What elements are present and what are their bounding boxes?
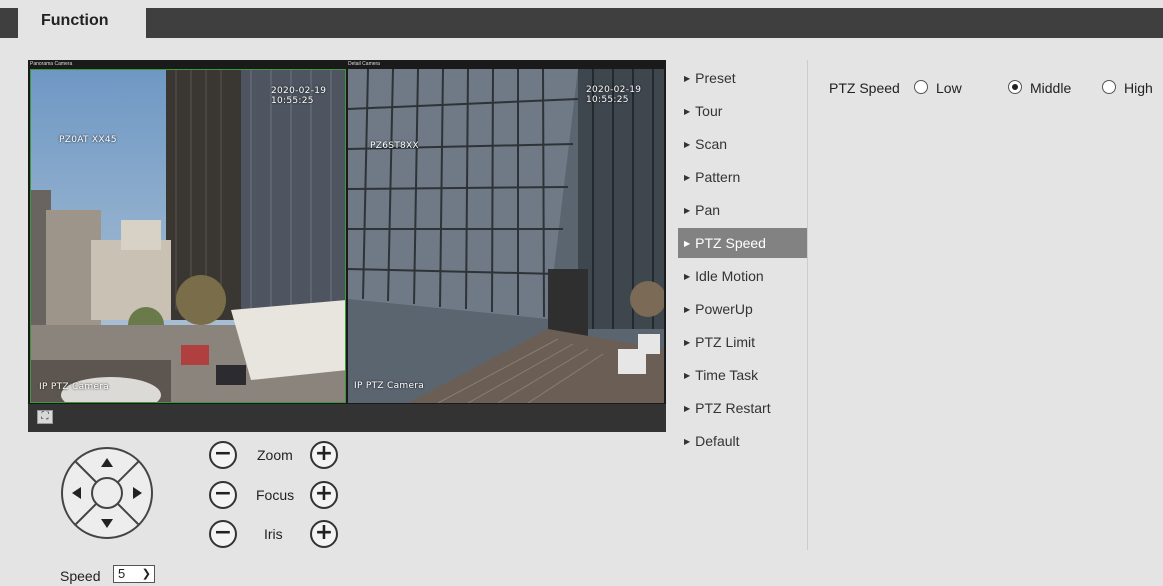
menu-item-preset[interactable]: ▶ Preset: [678, 63, 807, 93]
left-osd-timestamp: 2020-02-19 10:55:25: [271, 86, 327, 106]
iris-close-button[interactable]: −: [209, 520, 237, 548]
zoom-out-button[interactable]: −: [209, 441, 237, 469]
focus-in-button[interactable]: +: [310, 481, 338, 509]
focus-out-button[interactable]: −: [209, 481, 237, 509]
radio-low[interactable]: [914, 80, 928, 94]
left-camera-label: Panorama Camera: [30, 61, 73, 67]
right-camera-label: Detail Camera: [348, 61, 380, 67]
menu-divider: [807, 60, 808, 550]
right-osd-footer: IP PTZ Camera: [354, 381, 425, 391]
caret-right-icon: ▶: [684, 239, 691, 248]
menu-item-powerup[interactable]: ▶ PowerUp: [678, 294, 807, 324]
iris-label: Iris: [264, 526, 283, 542]
menu-item-label: Idle Motion: [695, 268, 764, 284]
video-toolbar: ⛶: [28, 404, 666, 432]
caret-right-icon: ▶: [684, 74, 691, 83]
menu-item-ptz-speed[interactable]: ▶ PTZ Speed: [678, 228, 807, 258]
menu-item-scan[interactable]: ▶ Scan: [678, 129, 807, 159]
menu-item-label: PTZ Restart: [695, 400, 771, 416]
zoom-in-button[interactable]: +: [310, 441, 338, 469]
right-osd-timestamp: 2020-02-19 10:55:25: [586, 85, 642, 105]
speed-label: Speed: [60, 568, 101, 584]
caret-right-icon: ▶: [684, 140, 691, 149]
radio-middle[interactable]: [1008, 80, 1022, 94]
radio-low-label[interactable]: Low: [936, 80, 962, 96]
caret-right-icon: ▶: [684, 173, 691, 182]
menu-item-pan[interactable]: ▶ Pan: [678, 195, 807, 225]
panorama-camera-view[interactable]: 2020-02-19 10:55:25 PZ0AT XX45 IP PTZ Ca…: [30, 69, 346, 403]
tab-function[interactable]: Function: [18, 8, 146, 38]
radio-middle-label[interactable]: Middle: [1030, 80, 1071, 96]
fullscreen-icon[interactable]: ⛶: [37, 410, 53, 424]
zoom-label: Zoom: [257, 447, 293, 463]
detail-camera-view[interactable]: 2020-02-19 10:55:25 PZ6ST8XX IP PTZ Came…: [348, 69, 664, 403]
caret-right-icon: ▶: [684, 404, 691, 413]
caret-right-icon: ▶: [684, 338, 691, 347]
menu-item-pattern[interactable]: ▶ Pattern: [678, 162, 807, 192]
menu-item-label: Tour: [695, 103, 723, 119]
panorama-scene-image: [31, 70, 345, 402]
caret-right-icon: ▶: [684, 272, 691, 281]
chevron-down-icon: ❯: [141, 568, 151, 580]
menu-item-label: Default: [695, 433, 740, 449]
caret-right-icon: ▶: [684, 206, 691, 215]
focus-label: Focus: [256, 487, 295, 503]
caret-right-icon: ▶: [684, 305, 691, 314]
left-osd-title: PZ0AT XX45: [59, 135, 117, 145]
left-osd-footer: IP PTZ Camera: [39, 382, 110, 392]
menu-item-idle-motion[interactable]: ▶ Idle Motion: [678, 261, 807, 291]
menu-item-default[interactable]: ▶ Default: [678, 426, 807, 456]
video-area: Panorama Camera Detail Camera 2020-02-19…: [28, 60, 666, 432]
menu-item-label: Scan: [695, 136, 728, 152]
speed-value: 5: [118, 566, 126, 581]
iris-open-button[interactable]: +: [310, 520, 338, 548]
ptz-speed-label: PTZ Speed: [829, 80, 900, 96]
right-osd-title: PZ6ST8XX: [370, 141, 419, 151]
menu-item-label: Time Task: [695, 367, 759, 383]
menu-item-label: PTZ Limit: [695, 334, 756, 350]
menu-item-label: PTZ Speed: [695, 235, 766, 251]
caret-right-icon: ▶: [684, 437, 691, 446]
ptz-joystick[interactable]: [60, 446, 154, 540]
caret-right-icon: ▶: [684, 107, 691, 116]
menu-item-label: PowerUp: [695, 301, 753, 317]
detail-scene-image: [348, 69, 664, 403]
radio-high[interactable]: [1102, 80, 1116, 94]
menu-item-ptz-limit[interactable]: ▶ PTZ Limit: [678, 327, 807, 357]
menu-item-label: Pattern: [695, 169, 741, 185]
menu-item-ptz-restart[interactable]: ▶ PTZ Restart: [678, 393, 807, 423]
top-bar: Function: [0, 8, 1163, 38]
speed-select[interactable]: 5 ❯: [113, 565, 155, 583]
caret-right-icon: ▶: [684, 371, 691, 380]
radio-high-label[interactable]: High: [1124, 80, 1153, 96]
menu-item-tour[interactable]: ▶ Tour: [678, 96, 807, 126]
menu-item-label: Preset: [695, 70, 736, 86]
menu-item-label: Pan: [695, 202, 721, 218]
menu-item-time-task[interactable]: ▶ Time Task: [678, 360, 807, 390]
